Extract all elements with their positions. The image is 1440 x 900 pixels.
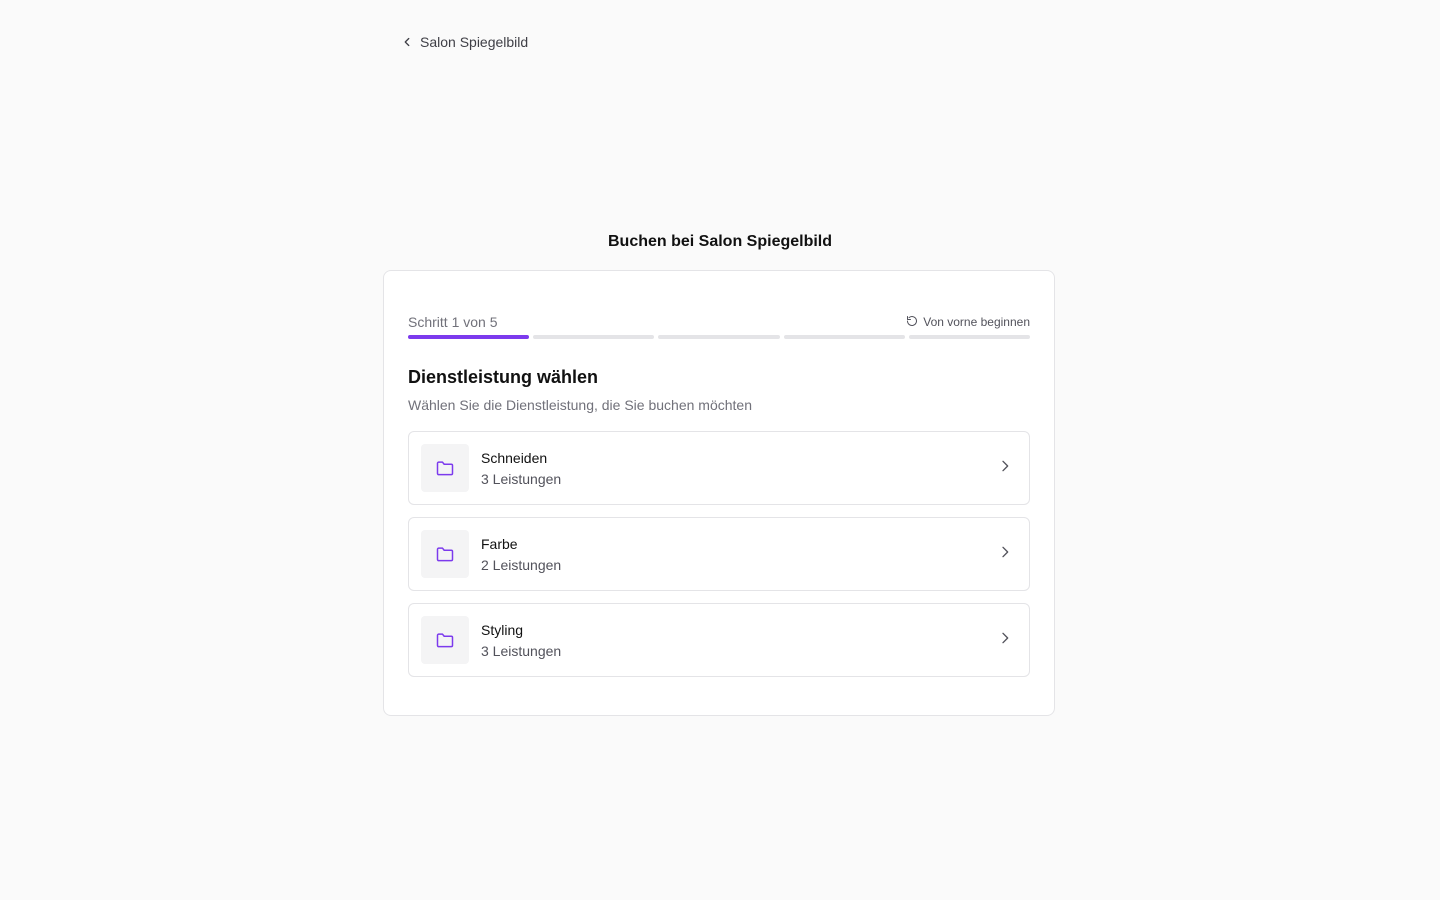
category-item-schneiden[interactable]: Schneiden 3 Leistungen xyxy=(408,431,1030,505)
restart-button[interactable]: Von vorne beginnen xyxy=(906,315,1030,330)
progress-segment-2 xyxy=(533,335,655,339)
category-count: 3 Leistungen xyxy=(481,642,562,659)
category-name: Styling xyxy=(481,621,524,638)
category-text: Schneiden 3 Leistungen xyxy=(481,450,997,487)
rotate-ccw-icon xyxy=(906,315,918,330)
booking-card: Schritt 1 von 5 Von vorne beginnen Diens… xyxy=(383,270,1055,716)
folder-icon xyxy=(421,444,469,492)
folder-icon xyxy=(421,616,469,664)
category-text: Farbe 2 Leistungen xyxy=(481,536,997,573)
chevron-right-icon xyxy=(997,458,1013,479)
chevron-left-icon xyxy=(400,35,414,49)
progress-segment-3 xyxy=(658,335,780,339)
progress-segment-5 xyxy=(908,335,1031,339)
chevron-right-icon xyxy=(997,544,1013,565)
step-header: Schritt 1 von 5 Von vorne beginnen xyxy=(408,313,1030,331)
category-text: Styling 3 Leistungen xyxy=(481,622,997,659)
section-title: Dienstleistung wählen xyxy=(408,367,599,387)
progress-segment-4 xyxy=(783,335,905,339)
category-name: Farbe xyxy=(481,535,518,552)
category-item-styling[interactable]: Styling 3 Leistungen xyxy=(408,603,1030,677)
category-name: Schneiden xyxy=(481,449,548,466)
category-count: 3 Leistungen xyxy=(481,470,562,487)
step-indicator: Schritt 1 von 5 xyxy=(408,314,498,330)
category-item-farbe[interactable]: Farbe 2 Leistungen xyxy=(408,517,1030,591)
restart-label: Von vorne beginnen xyxy=(923,315,1030,329)
section-subtitle: Wählen Sie die Dienstleistung, die Sie b… xyxy=(408,397,752,413)
back-link[interactable]: Salon Spiegelbild xyxy=(400,30,528,54)
category-list: Schneiden 3 Leistungen Farbe 2 Leistunge… xyxy=(408,431,1030,677)
category-count: 2 Leistungen xyxy=(481,556,562,573)
folder-icon xyxy=(421,530,469,578)
back-link-label: Salon Spiegelbild xyxy=(420,34,529,50)
chevron-right-icon xyxy=(997,630,1013,651)
page-title: Buchen bei Salon Spiegelbild xyxy=(607,233,833,250)
step-progress-bar xyxy=(408,335,1031,339)
progress-segment-1 xyxy=(408,335,530,339)
